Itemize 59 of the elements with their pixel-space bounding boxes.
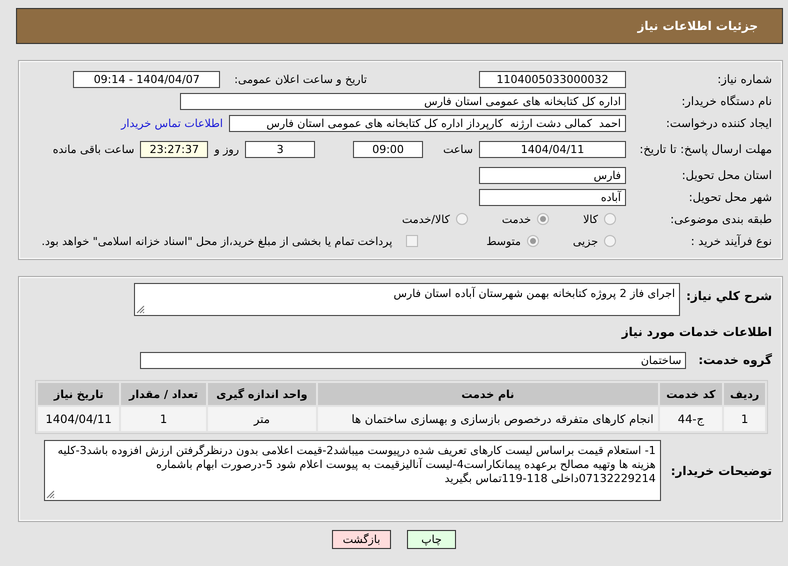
print-button[interactable]: چاپ — [407, 530, 456, 549]
buyer-field: اداره کل کتابخانه های عمومی استان فارس — [180, 92, 626, 110]
field-label: شماره نیاز: — [716, 72, 772, 86]
section-title: اطلاعات خدمات مورد نیاز — [622, 325, 772, 339]
page-title: جزئیات اطلاعات نیاز — [637, 19, 758, 33]
field-label: طبقه بندی موضوعی: — [669, 212, 772, 226]
field-label: شرح کلي نیاز: — [686, 289, 772, 303]
field-label: توضیحات خریدار: — [670, 464, 772, 478]
deadline-time-field: 09:00 — [353, 140, 424, 158]
checkbox[interactable] — [406, 235, 418, 247]
field-label: نام دستگاه خریدار: — [680, 94, 772, 108]
buyer-contact-link[interactable]: اطلاعات تماس خریدار — [121, 116, 223, 130]
radio-button[interactable] — [526, 235, 539, 247]
table-cell: 1404/04/11 — [38, 407, 120, 431]
field-label: ساعت باقی مانده — [52, 142, 134, 156]
summary-text-area[interactable]: اجرای فاز 2 پروژه کتابخانه بهمن شهرستان آباده استان فارس — [134, 283, 680, 316]
column-header: واحد اندازه گیری — [208, 383, 316, 405]
creator-field: احمد کمالی دشت ارژنه کارپرداز اداره کل کتابخانه های عمومی استان فارس — [229, 114, 626, 132]
table-cell: 1 — [121, 407, 206, 431]
field-label: نوع فرآیند خرید : — [690, 234, 772, 248]
deadline-date-field: 1404/04/11 — [479, 140, 626, 158]
radio-button[interactable] — [456, 213, 468, 225]
radio-label: کالا/خدمت — [402, 212, 450, 226]
service-group-field: ساختمان — [140, 352, 686, 368]
column-header: کد خدمت — [660, 383, 722, 405]
table-cell: ج-44 — [660, 407, 722, 431]
resize-grip-icon[interactable] — [136, 305, 146, 314]
radio-label: خدمت — [502, 212, 532, 226]
radio-button[interactable] — [537, 213, 550, 225]
checkbox-label: پرداخت تمام یا بخشی از مبلغ خرید،از محل "اسناد خزانه اسلامی" خواهد بود. — [42, 234, 392, 248]
field-label: تاریخ و ساعت اعلان عمومی: — [234, 72, 367, 86]
radio-button[interactable] — [604, 213, 616, 225]
province-field: فارس — [479, 166, 626, 184]
need-number-field: 1104005033000032 — [479, 70, 626, 88]
field-label: استان محل تحویل: — [680, 168, 772, 182]
back-button[interactable]: بازگشت — [332, 530, 391, 549]
field-label: ایجاد کننده درخواست: — [665, 116, 772, 130]
column-header: تعداد / مقدار — [121, 383, 206, 405]
column-header: تاریخ نیاز — [38, 383, 120, 405]
table-cell: انجام کارهای متفرقه درخصوص بازسازی و بهسازی ساختمان ها — [318, 407, 658, 431]
city-field: آباده — [479, 188, 626, 206]
resize-grip-icon[interactable] — [46, 490, 55, 499]
remaining-time-field: 23:27:37 — [140, 140, 208, 158]
table-cell: متر — [208, 407, 316, 431]
field-label: شهر محل تحویل: — [688, 190, 772, 204]
radio-label: متوسط — [486, 234, 521, 248]
table-cell: 1 — [724, 407, 765, 431]
days-field: 3 — [245, 140, 316, 158]
radio-label: کالا — [583, 212, 598, 226]
radio-button[interactable] — [604, 235, 616, 247]
column-header: نام خدمت — [318, 383, 658, 405]
buyer-notes-text-area[interactable]: 1- استعلام قیمت براساس لیست کارهای تعریف شده درپیوست میباشد2-قیمت اعلامی بدون درنظرگرفتن ارزش افزوده باشد3-کلیه هزینه ها وتهیه مصالح برعهده پیمانکاراست4-لیست آنالیزقیمت به پیوست اعلام شود 5-درصورت ابهام باشماره 07132229214داخلی 118-119تماس بگیرید — [44, 440, 661, 501]
field-label: ساعت — [443, 142, 473, 156]
field-label: گروه خدمت: — [698, 353, 772, 367]
field-label: روز و — [214, 142, 240, 156]
radio-label: جزیی — [572, 234, 598, 248]
announce-date-field: 1404/04/07 - 09:14 — [73, 70, 220, 88]
column-header: ردیف — [724, 383, 765, 405]
field-label: مهلت ارسال پاسخ: تا تاریخ: — [638, 142, 772, 156]
